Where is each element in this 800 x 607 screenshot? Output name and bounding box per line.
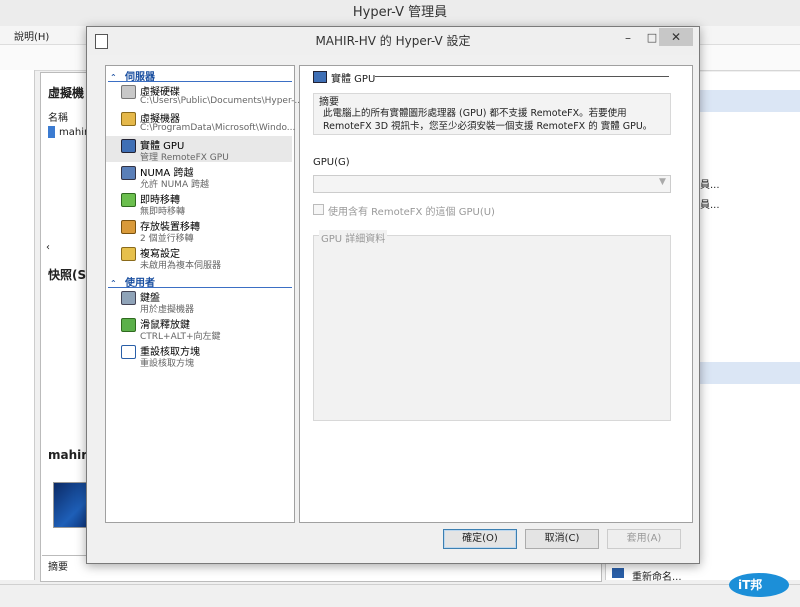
scroll-left-arrow-icon[interactable]: ‹	[46, 242, 50, 253]
status-bar	[0, 584, 800, 607]
rename-icon	[612, 568, 624, 578]
action-rename[interactable]: 重新命名...	[632, 568, 682, 583]
hard-disk-icon	[121, 85, 136, 99]
gpu-icon	[313, 71, 327, 83]
settings-window-icon	[95, 34, 108, 49]
gpu-select[interactable]	[313, 175, 671, 193]
nav-item-replication-configuration[interactable]: 複寫設定 未啟用為複本伺服器	[106, 244, 292, 271]
folder-icon	[121, 112, 136, 126]
heading-divider	[375, 76, 669, 77]
settings-nav: ⌃ 伺服器 虛擬硬碟 C:\Users\Public\Documents\Hype…	[105, 65, 303, 523]
section-server[interactable]: ⌃ 伺服器	[108, 68, 292, 83]
replication-icon	[121, 247, 136, 261]
menu-help[interactable]: 說明(H)	[14, 28, 49, 43]
summary-text: 此電腦上的所有實體圖形處理器 (GPU) 都不支援 RemoteFX。若要使用 …	[323, 108, 653, 132]
section-user[interactable]: ⌃ 使用者	[108, 274, 292, 289]
gpu-details-group	[313, 235, 671, 421]
close-icon[interactable]: ✕	[659, 28, 693, 46]
vm-list-item[interactable]: mahir	[48, 126, 88, 138]
ok-button[interactable]: 確定(O)	[443, 529, 517, 549]
cancel-button[interactable]: 取消(C)	[525, 529, 599, 549]
storage-migration-icon	[121, 220, 136, 234]
nav-item-virtual-hard-disks[interactable]: 虛擬硬碟 C:\Users\Public\Documents\Hyper-...	[106, 82, 303, 108]
gpu-details-label: GPU 詳細資料	[319, 230, 388, 245]
keyboard-icon	[121, 291, 136, 305]
nav-item-virtual-machines[interactable]: 虛擬機器 C:\ProgramData\Microsoft\Windo...	[106, 109, 295, 135]
action-item[interactable]: 員...	[700, 196, 720, 211]
action-item[interactable]: 員...	[700, 176, 720, 191]
gpu-icon	[121, 139, 136, 153]
apply-button[interactable]: 套用(A)	[607, 529, 681, 549]
content-heading: 實體 GPU	[331, 74, 376, 85]
app-title: Hyper-V 管理員	[0, 0, 800, 26]
summary-label: 摘要	[319, 97, 339, 108]
nav-item-physical-gpu[interactable]: 實體 GPU 管理 RemoteFX GPU	[106, 136, 292, 163]
minimize-icon[interactable]: –	[617, 29, 639, 47]
collapse-chevron-icon[interactable]: ⌃	[110, 279, 120, 288]
column-header-name[interactable]: 名稱	[48, 109, 68, 124]
nav-item-numa-spanning[interactable]: NUMA 跨越 允許 NUMA 跨越	[106, 163, 292, 190]
chevron-down-icon[interactable]: ▼	[659, 177, 666, 187]
use-gpu-checkbox-label[interactable]: 使用含有 RemoteFX 的這個 GPU(U)	[328, 203, 495, 218]
checkbox-reset-icon	[121, 345, 136, 359]
use-gpu-checkbox[interactable]	[313, 204, 324, 215]
mouse-release-icon	[121, 318, 136, 332]
collapse-chevron-icon[interactable]: ⌃	[110, 73, 120, 82]
numa-icon	[121, 166, 136, 180]
dialog-title: MAHIR-HV 的 Hyper-V 設定	[87, 27, 699, 55]
gpu-label: GPU(G)	[313, 157, 350, 168]
vm-icon	[48, 126, 55, 138]
live-migration-icon	[121, 193, 136, 207]
nav-item-reset-check-boxes[interactable]: 重設核取方塊 重設核取方塊	[106, 342, 292, 369]
tab-summary[interactable]: 摘要	[48, 558, 68, 573]
nav-item-keyboard[interactable]: 鍵盤 用於虛擬機器	[106, 288, 292, 315]
nav-item-storage-migrations[interactable]: 存放裝置移轉 2 個並行移轉	[106, 217, 292, 244]
details-panel-title: mahirl	[48, 448, 92, 462]
settings-dialog: MAHIR-HV 的 Hyper-V 設定 – □ ✕ ⌃ 伺服器 虛擬硬碟 C:…	[86, 26, 700, 564]
nav-item-live-migrations[interactable]: 即時移轉 無即時移轉	[106, 190, 292, 217]
vm-name: mahir	[59, 127, 89, 138]
console-tree	[0, 70, 35, 580]
nav-item-mouse-release-key[interactable]: 滑鼠釋放鍵 CTRL+ALT+向左鍵	[106, 315, 292, 342]
vm-panel-title: 虛擬機	[48, 86, 85, 100]
logo-text: iT邦	[738, 578, 763, 592]
